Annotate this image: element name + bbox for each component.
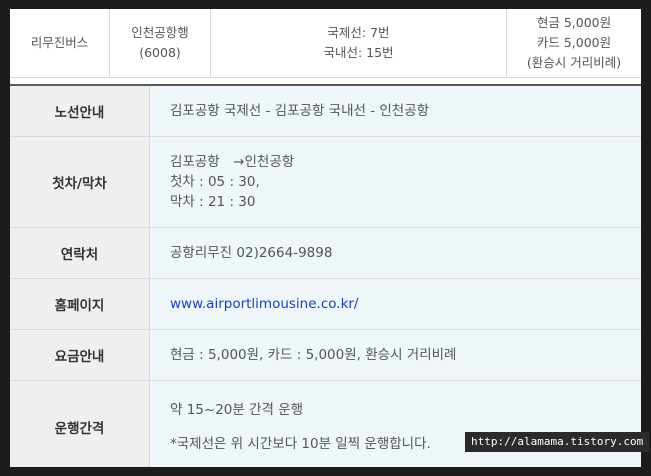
summary-route-no: (6008) <box>139 45 181 60</box>
table-row-contact: 연락처 공항리무진 02)2664-9898 <box>10 228 641 279</box>
summary-type-cell: 리무진버스 <box>10 9 110 77</box>
schedule-first: 첫차 : 05 : 30, <box>170 174 260 190</box>
watermark-url: http://alamama.tistory.com <box>465 432 650 452</box>
route-value-cell: 김포공항 국제선 - 김포공항 국내선 - 인천공항 <box>150 86 641 136</box>
schedule-route: 김포공항 →인천공항 <box>170 154 295 170</box>
summary-fare-cell: 현금 5,000원 카드 5,000원 (환승시 거리비례) <box>507 9 641 77</box>
info-table: 노선안내 김포공항 국제선 - 김포공항 국내선 - 인천공항 첫차/막차 김포… <box>10 84 641 467</box>
homepage-label: 홈페이지 <box>10 279 150 329</box>
summary-stop-intl: 국제선: 7번 <box>327 25 390 40</box>
table-row-homepage: 홈페이지 www.airportlimousine.co.kr/ <box>10 279 641 330</box>
summary-type: 리무진버스 <box>30 35 89 50</box>
table-row-route: 노선안내 김포공항 국제선 - 김포공항 국내선 - 인천공항 <box>10 86 641 137</box>
content-frame: 리무진버스 인천공항행 (6008) 국제선: 7번 국내선: 15번 현금 5… <box>10 9 641 467</box>
summary-fare-note: (환승시 거리비례) <box>526 55 622 70</box>
contact-label: 연락처 <box>10 228 150 278</box>
schedule-last: 막차 : 21 : 30 <box>170 194 256 210</box>
fare-value-cell: 현금 : 5,000원, 카드 : 5,000원, 환승시 거리비례 <box>150 330 641 380</box>
table-row-interval: 운행간격 약 15~20분 간격 운행 *국제선은 위 시간보다 10분 일찍 … <box>10 381 641 467</box>
interval-label: 운행간격 <box>10 381 150 467</box>
route-label: 노선안내 <box>10 86 150 136</box>
homepage-value-cell: www.airportlimousine.co.kr/ <box>150 279 641 329</box>
summary-destination-cell: 인천공항행 (6008) <box>110 9 211 77</box>
schedule-value-cell: 김포공항 →인천공항 첫차 : 05 : 30, 막차 : 21 : 30 <box>150 137 641 227</box>
summary-destination: 인천공항행 <box>131 25 189 40</box>
summary-stop-dom: 국내선: 15번 <box>323 45 394 60</box>
table-row-fare: 요금안내 현금 : 5,000원, 카드 : 5,000원, 환승시 거리비례 <box>10 330 641 381</box>
table-row-schedule: 첫차/막차 김포공항 →인천공항 첫차 : 05 : 30, 막차 : 21 :… <box>10 137 641 228</box>
fare-value: 현금 : 5,000원, 카드 : 5,000원, 환승시 거리비례 <box>170 347 457 363</box>
summary-fare-cash: 현금 5,000원 <box>536 15 612 30</box>
route-value: 김포공항 국제선 - 김포공항 국내선 - 인천공항 <box>170 103 430 119</box>
homepage-link[interactable]: www.airportlimousine.co.kr/ <box>170 294 641 314</box>
interval-value-cell: 약 15~20분 간격 운행 *국제선은 위 시간보다 10분 일찍 운행합니다… <box>150 381 641 467</box>
summary-fare-card: 카드 5,000원 <box>536 35 612 50</box>
interval-value: 약 15~20분 간격 운행 <box>170 402 304 418</box>
summary-stop-cell: 국제선: 7번 국내선: 15번 <box>211 9 507 77</box>
contact-value-cell: 공항리무진 02)2664-9898 <box>150 228 641 278</box>
summary-row: 리무진버스 인천공항행 (6008) 국제선: 7번 국내선: 15번 현금 5… <box>10 9 641 78</box>
fare-label: 요금안내 <box>10 330 150 380</box>
schedule-label: 첫차/막차 <box>10 137 150 227</box>
contact-value: 공항리무진 02)2664-9898 <box>170 245 333 261</box>
